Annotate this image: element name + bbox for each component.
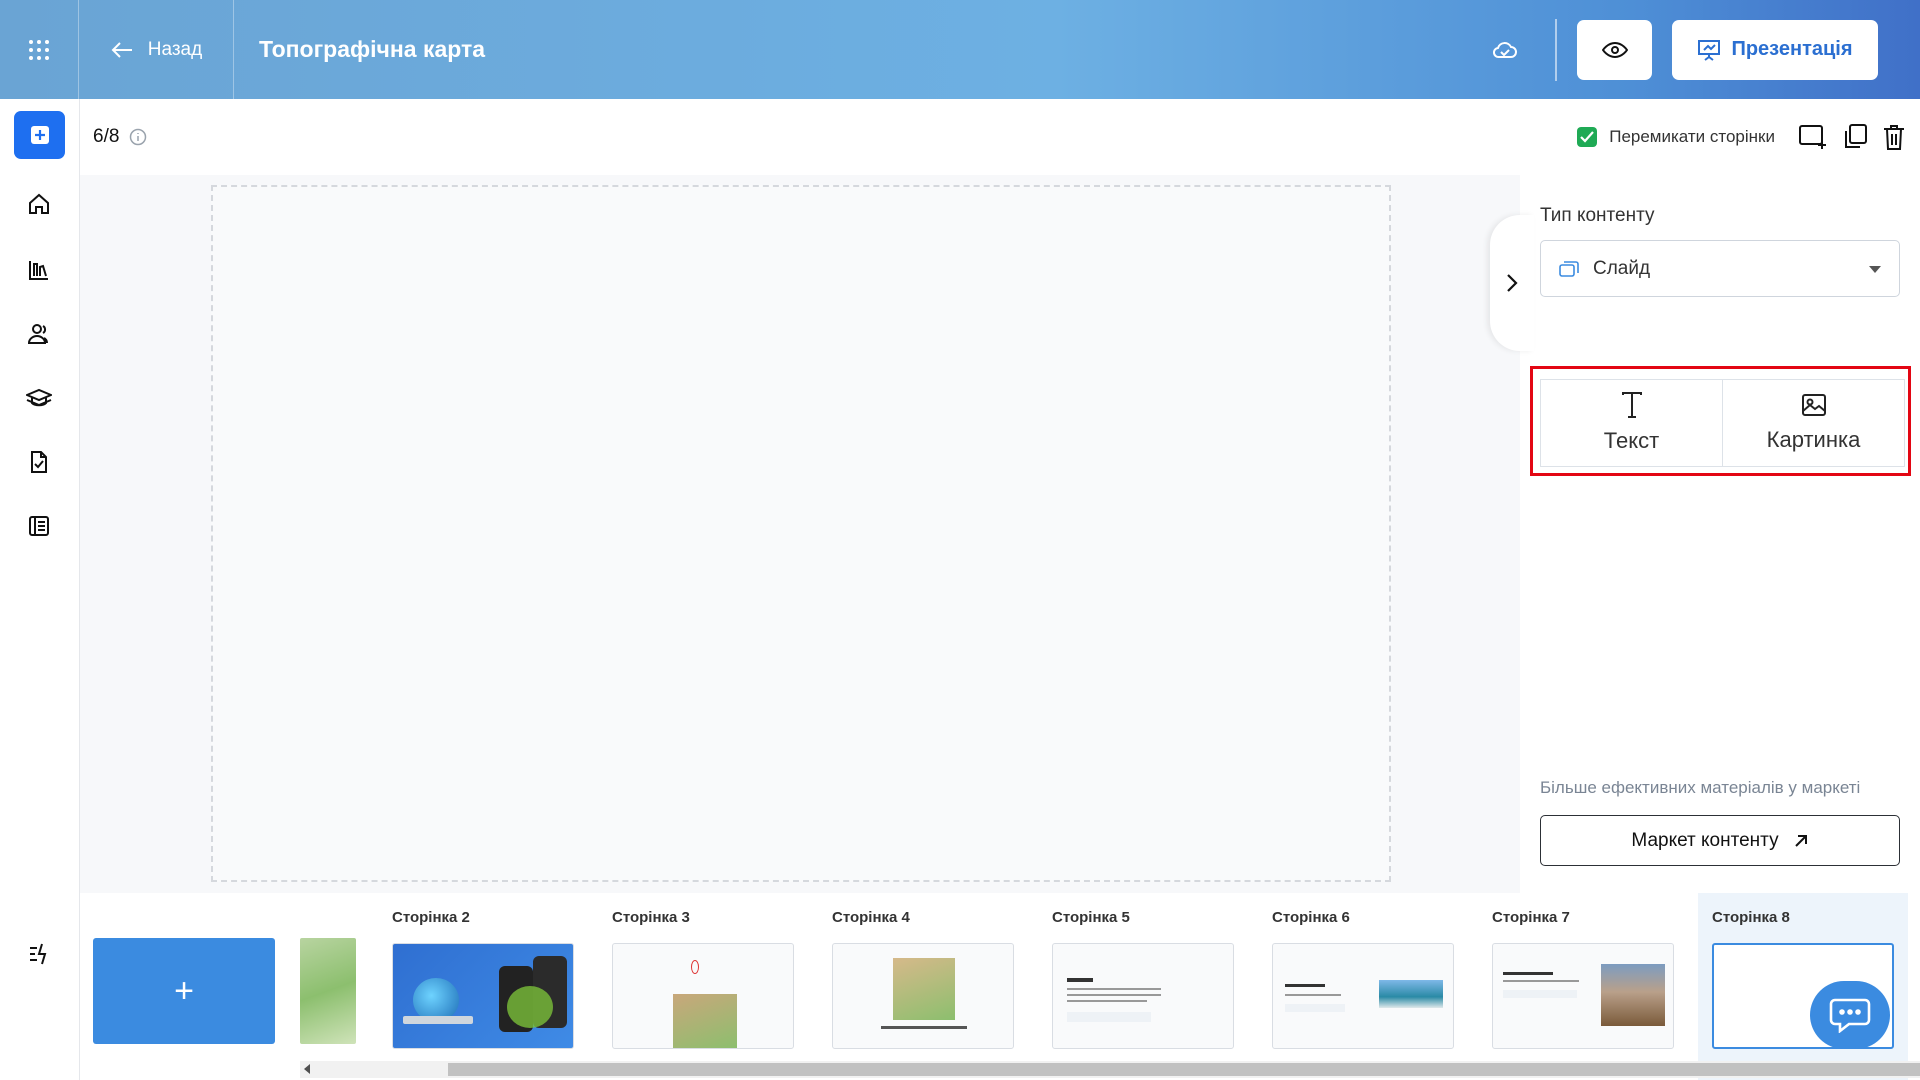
nav-courses[interactable]	[14, 374, 64, 424]
thumbnail-page-2[interactable]: Сторінка 2	[392, 907, 576, 1049]
add-text-button[interactable]: Текст	[1540, 379, 1723, 467]
content-type-select[interactable]: Слайд	[1540, 240, 1900, 297]
content-market-label: Маркет контенту	[1631, 829, 1779, 851]
text-icon	[1621, 392, 1642, 418]
presentation-button[interactable]: Презентація	[1672, 19, 1878, 80]
add-page-button[interactable]: +	[93, 938, 275, 1044]
content-market-button[interactable]: Маркет контенту	[1540, 815, 1900, 866]
nav-library[interactable]	[14, 245, 64, 295]
thumbnail-preview	[392, 943, 574, 1049]
home-icon	[29, 193, 49, 214]
save-status[interactable]	[1475, 40, 1535, 60]
checkbox-checked-icon[interactable]	[1577, 127, 1598, 147]
page-counter: 6/8	[93, 126, 120, 147]
editor-toolbar: 6/8 Перемикати сторінки	[80, 99, 1920, 175]
thumbnails-scrollbar[interactable]	[300, 1061, 1920, 1078]
add-text-label: Текст	[1603, 428, 1660, 453]
thumbnail-label: Сторінка 5	[1052, 909, 1130, 926]
slide-icon	[1559, 260, 1579, 277]
thumbnail-label: Сторінка 8	[1712, 909, 1790, 926]
scroll-left-icon[interactable]	[304, 1064, 310, 1074]
nav-tasks[interactable]	[14, 437, 64, 487]
chat-button[interactable]	[1810, 981, 1890, 1049]
thumbnail-page-7[interactable]: Сторінка 7	[1492, 907, 1676, 1049]
checklist-icon	[31, 451, 47, 473]
content-type-label: Тип контенту	[1540, 205, 1655, 226]
journal-icon	[29, 516, 49, 536]
thumbnail-label: Сторінка 7	[1492, 909, 1570, 926]
thumbnail-preview	[832, 943, 1014, 1049]
image-icon	[1801, 394, 1826, 416]
thumbnail-page-6[interactable]: Сторінка 6	[1272, 907, 1456, 1049]
chevron-right-icon	[1507, 274, 1518, 292]
thumbnail-preview	[612, 943, 794, 1049]
presentation-icon	[1698, 39, 1721, 61]
delete-page-icon[interactable]	[1882, 123, 1906, 151]
eye-icon	[1601, 41, 1628, 58]
users-icon	[27, 324, 48, 344]
page-actions	[1798, 123, 1906, 151]
thumbnail-page-5[interactable]: Сторінка 5	[1052, 907, 1236, 1049]
preview-button[interactable]	[1577, 19, 1652, 80]
add-icon	[30, 126, 49, 144]
back-button[interactable]: Назад	[79, 0, 234, 99]
thumbnail-preview	[1272, 943, 1454, 1049]
quick-actions-icon	[30, 943, 47, 965]
elements-highlight-box: Текст Картинка	[1530, 366, 1911, 476]
thumbnail-label: Сторінка 3	[612, 909, 690, 926]
thumbnail-preview	[1052, 943, 1234, 1049]
add-image-button[interactable]: Картинка	[1722, 379, 1905, 467]
nav-journal[interactable]	[14, 501, 64, 551]
add-page-icon[interactable]	[1798, 123, 1828, 151]
thumbnail-page-8[interactable]: Сторінка 8	[1698, 893, 1908, 1080]
slide-canvas[interactable]	[211, 185, 1391, 882]
graduation-cap-icon	[26, 388, 52, 407]
back-label: Назад	[147, 38, 203, 60]
thumbnail-label: Сторінка 2	[392, 909, 470, 926]
thumbnail-label: Сторінка 4	[832, 909, 910, 926]
scrollbar-thumb[interactable]	[448, 1063, 1920, 1076]
nav-home[interactable]	[14, 179, 64, 229]
apps-grid-button[interactable]	[0, 0, 79, 99]
nav-quick-actions[interactable]	[14, 929, 64, 979]
switch-pages-toggle[interactable]: Перемикати сторінки	[1577, 127, 1775, 147]
switch-pages-label: Перемикати сторінки	[1609, 127, 1775, 146]
chat-icon	[1829, 998, 1871, 1033]
content-type-value: Слайд	[1593, 257, 1651, 279]
canvas-area	[80, 175, 1520, 893]
thumbnail-preview	[1492, 943, 1674, 1049]
presentation-label: Презентація	[1731, 38, 1853, 60]
plus-icon: +	[174, 971, 194, 1010]
cloud-saved-icon	[1492, 41, 1517, 58]
divider	[1555, 18, 1557, 81]
collapse-panel-button[interactable]	[1490, 215, 1534, 351]
add-image-label: Картинка	[1766, 427, 1861, 452]
nav-users[interactable]	[14, 309, 64, 359]
market-note: Більше ефективних матеріалів у маркеті	[1540, 778, 1861, 797]
create-button[interactable]	[14, 111, 65, 159]
top-bar: Назад Топографічна карта Презентація	[0, 0, 1920, 99]
arrow-up-right-icon	[1794, 834, 1807, 847]
apps-grid-icon	[29, 39, 49, 60]
library-icon	[29, 261, 48, 280]
duplicate-page-icon[interactable]	[1842, 123, 1868, 151]
thumbnail-page-4[interactable]: Сторінка 4	[832, 907, 1016, 1049]
info-icon[interactable]	[129, 128, 147, 146]
arrow-left-icon	[111, 41, 132, 58]
left-navigation	[0, 99, 80, 1080]
thumbnail-page-1-map[interactable]	[300, 938, 356, 1044]
page-title: Топографічна карта	[259, 36, 486, 62]
chevron-down-icon	[1869, 266, 1881, 273]
thumbnail-label: Сторінка 6	[1272, 909, 1350, 926]
thumbnail-page-3[interactable]: Сторінка 3	[612, 907, 796, 1049]
